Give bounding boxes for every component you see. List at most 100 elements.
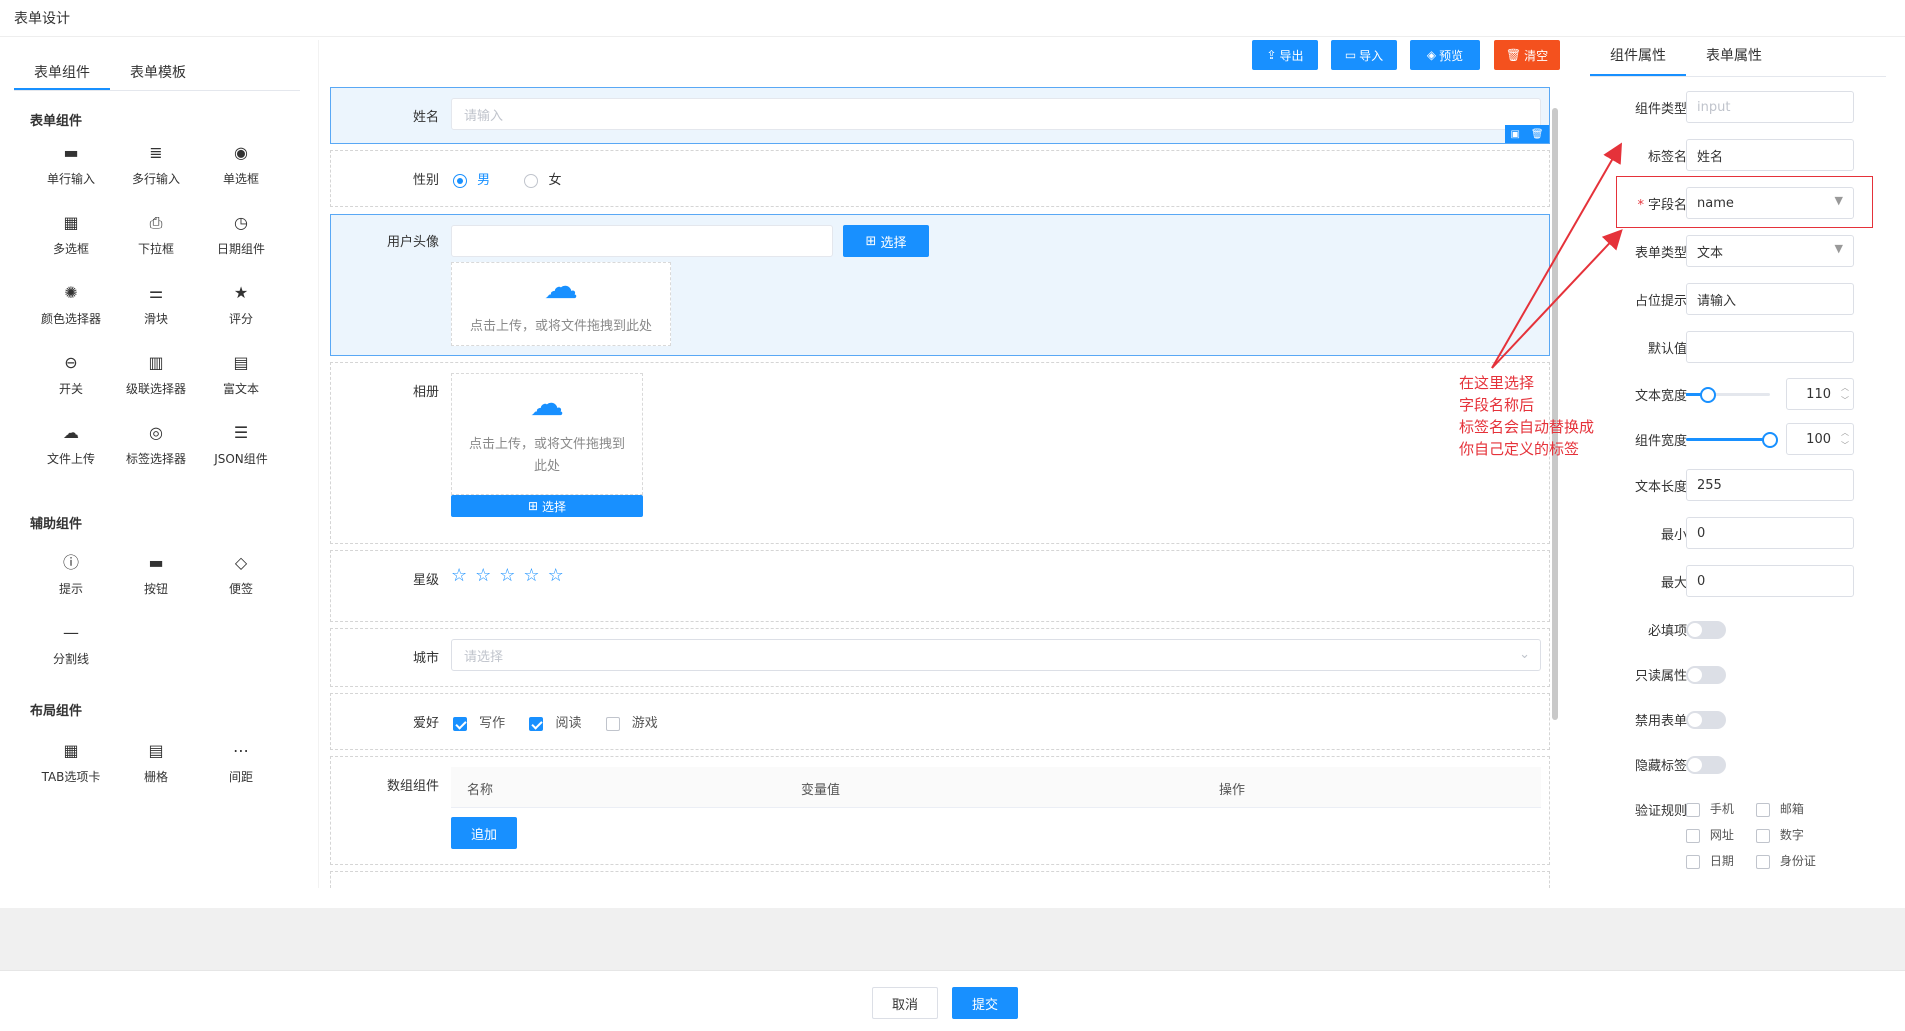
radio-female[interactable] — [524, 173, 539, 188]
default-value-input[interactable] — [1686, 331, 1854, 363]
palette-item[interactable]: ▦ TAB选项卡 — [28, 738, 114, 794]
palette-item[interactable]: ✺ 颜色选择器 — [28, 280, 114, 336]
palette-item[interactable]: ◎ 标签选择器 — [113, 420, 199, 476]
star-icon[interactable]: ☆ — [548, 565, 564, 586]
field-label-rating: 星级 — [412, 573, 439, 588]
rating-stars[interactable]: ☆ ☆ ☆ ☆ ☆ — [451, 565, 572, 586]
palette-item-label: 单选框 — [222, 172, 259, 186]
tag-name-input[interactable]: 姓名 — [1686, 139, 1854, 171]
label-rules: 验证规则 — [1634, 804, 1687, 819]
palette-item[interactable]: ◇ 便签 — [198, 550, 284, 606]
stepper-arrows-icon[interactable]: ︿ ﹀ — [1841, 426, 1849, 452]
palette-item[interactable]: ⚌ 滑块 — [113, 280, 199, 336]
label-comp-width: 组件宽度 — [1634, 434, 1687, 449]
text-length-input[interactable]: 255 — [1686, 469, 1854, 501]
avatar-upload-dropzone[interactable]: ☁ 点击上传，或将文件拖拽到此处 — [451, 262, 671, 346]
form-row-gender[interactable]: 性别 男 女 — [330, 150, 1550, 207]
album-upload-dropzone[interactable]: ☁ 点击上传，或将文件拖拽到 此处 — [451, 373, 643, 495]
rule-date[interactable]: 日期 — [1686, 852, 1734, 869]
import-button[interactable]: ▭ 导入 — [1331, 40, 1397, 70]
palette-item[interactable]: ★ 评分 — [198, 280, 284, 336]
album-select-button[interactable]: ⊞ 选择 — [451, 495, 643, 517]
comp-width-stepper[interactable]: 100 ︿ ﹀ — [1786, 423, 1854, 455]
export-button[interactable]: ⇪ 导出 — [1252, 40, 1318, 70]
field-label-avatar: 用户头像 — [386, 235, 439, 250]
form-row-album[interactable]: 相册 ☁ 点击上传，或将文件拖拽到 此处 ⊞ 选择 — [330, 362, 1550, 544]
palette-item[interactable]: ≣ 多行输入 — [113, 140, 199, 196]
form-row-rating[interactable]: 星级 ☆ ☆ ☆ ☆ ☆ — [330, 550, 1550, 622]
label-max: 最大 — [1660, 576, 1687, 591]
rule-url[interactable]: 网址 — [1686, 826, 1734, 843]
tab-form-templates[interactable]: 表单模板 — [130, 62, 186, 82]
array-table-header: 名称 变量值 操作 — [451, 767, 1541, 808]
cancel-button[interactable]: 取消 — [872, 987, 938, 1019]
annotation-arrows — [1491, 142, 1623, 369]
placeholder-input[interactable]: 请输入 — [1686, 283, 1854, 315]
avatar-path-input[interactable] — [451, 225, 833, 257]
star-icon[interactable]: ☆ — [523, 565, 539, 586]
city-select[interactable]: 请选择 ⌄ — [451, 639, 1541, 671]
upload-icon: ☁ — [63, 423, 79, 442]
name-input[interactable]: 请输入 — [451, 98, 1541, 130]
rule-idcard[interactable]: 身份证 — [1756, 852, 1816, 869]
array-add-button[interactable]: 追加 — [451, 817, 517, 849]
checkbox-gaming[interactable] — [605, 716, 620, 731]
clear-button[interactable]: 🗑 清空 — [1494, 40, 1560, 70]
checkbox-reading[interactable] — [529, 716, 544, 731]
palette-item[interactable]: — 分割线 — [28, 620, 114, 676]
rule-email[interactable]: 邮箱 — [1756, 800, 1804, 817]
label-text-length: 文本长度 — [1634, 480, 1687, 495]
palette-item[interactable]: ▦ 多选框 — [28, 210, 114, 266]
hide-label-switch[interactable] — [1686, 756, 1726, 774]
form-row-hobby[interactable]: 爱好 写作 阅读 游戏 — [330, 693, 1550, 750]
comp-width-slider[interactable] — [1686, 432, 1778, 448]
comp-type-input[interactable]: input — [1686, 91, 1854, 123]
rule-number[interactable]: 数字 — [1756, 826, 1804, 843]
rule-phone[interactable]: 手机 — [1686, 800, 1734, 817]
palette-item[interactable]: ◉ 单选框 — [198, 140, 284, 196]
checkbox-writing[interactable] — [453, 716, 467, 731]
palette-item[interactable]: ⓘ 提示 — [28, 550, 114, 606]
palette-tabs: 表单组件 表单模板 — [14, 54, 300, 91]
palette-item-label: 标签选择器 — [125, 452, 186, 466]
palette-item[interactable]: ▬ 单行输入 — [28, 140, 114, 196]
palette-item[interactable]: ◷ 日期组件 — [198, 210, 284, 266]
palette-item[interactable]: ☁ 文件上传 — [28, 420, 114, 476]
required-switch[interactable] — [1686, 621, 1726, 639]
palette-item[interactable]: ▤ 富文本 — [198, 350, 284, 406]
palette-item-label: TAB选项卡 — [41, 770, 101, 784]
text-width-stepper[interactable]: 110 ︿ ﹀ — [1786, 378, 1854, 410]
palette-item[interactable]: ▤ 栅格 — [113, 738, 199, 794]
palette-item[interactable]: ▥ 级联选择器 — [113, 350, 199, 406]
preview-button[interactable]: ◈ 预览 — [1410, 40, 1480, 70]
palette-item[interactable]: ⋯ 间距 — [198, 738, 284, 794]
palette-item-label: 分割线 — [52, 652, 89, 666]
text-width-slider[interactable] — [1686, 387, 1770, 403]
max-input[interactable]: 0 — [1686, 565, 1854, 597]
star-icon[interactable]: ☆ — [499, 565, 515, 586]
palette-item[interactable]: ☰ JSON组件 — [198, 420, 284, 476]
form-type-select[interactable]: 文本 ▼ — [1686, 235, 1854, 267]
section-title-form: 表单组件 — [30, 114, 83, 129]
text-width-slider-handle[interactable] — [1700, 387, 1716, 403]
comp-width-slider-handle[interactable] — [1762, 432, 1778, 448]
disabled-switch[interactable] — [1686, 711, 1726, 729]
submit-button[interactable]: 提交 — [952, 987, 1018, 1019]
min-input[interactable]: 0 — [1686, 517, 1854, 549]
stepper-arrows-icon[interactable]: ︿ ﹀ — [1841, 381, 1849, 407]
tab-form-props[interactable]: 表单属性 — [1706, 45, 1762, 65]
form-row-avatar[interactable]: 用户头像 ⊞ 选择 ☁ 点击上传，或将文件拖拽到此处 — [330, 214, 1550, 356]
avatar-select-button[interactable]: ⊞ 选择 — [843, 225, 929, 257]
radio-male[interactable] — [453, 173, 467, 188]
tab-component-props[interactable]: 组件属性 — [1610, 45, 1666, 65]
palette-item[interactable]: ▬ 按钮 — [113, 550, 199, 606]
form-row-name[interactable]: 姓名 请输入 ▣ 🗑 — [330, 87, 1550, 144]
star-icon[interactable]: ☆ — [475, 565, 491, 586]
form-row-array[interactable]: 数组组件 名称 变量值 操作 追加 — [330, 756, 1550, 865]
readonly-switch[interactable] — [1686, 666, 1726, 684]
palette-item[interactable]: ⎙ 下拉框 — [113, 210, 199, 266]
palette-item[interactable]: ⊖ 开关 — [28, 350, 114, 406]
star-icon[interactable]: ☆ — [451, 565, 467, 586]
form-row-city[interactable]: 城市 请选择 ⌄ — [330, 628, 1550, 687]
tab-form-components[interactable]: 表单组件 — [34, 62, 90, 82]
